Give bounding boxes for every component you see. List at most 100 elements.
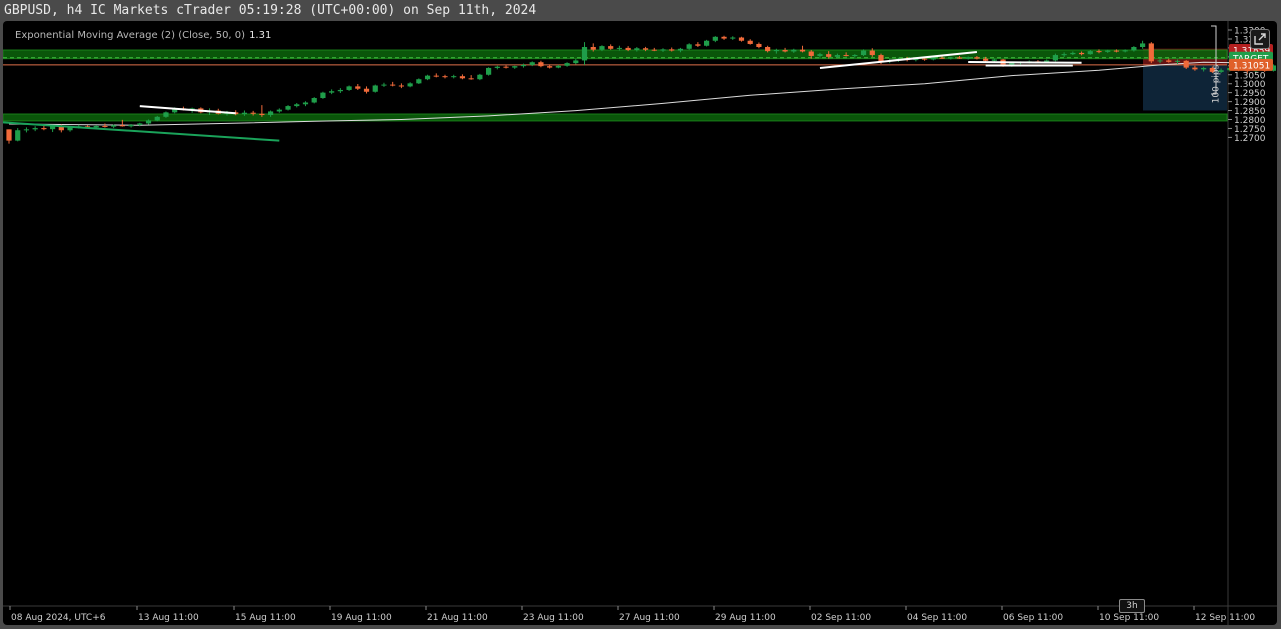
candle-body bbox=[1157, 60, 1163, 62]
candle-body bbox=[555, 65, 561, 68]
candle-body bbox=[1122, 50, 1128, 52]
candle-body bbox=[983, 58, 989, 61]
candle-body bbox=[250, 112, 256, 114]
candle-body bbox=[1096, 51, 1102, 53]
candle-body bbox=[268, 111, 274, 116]
indicator-name: Exponential Moving Average (2) (Close, 5… bbox=[15, 30, 246, 41]
candle-body bbox=[852, 55, 858, 57]
candle-body bbox=[1113, 50, 1120, 52]
candle-body bbox=[712, 36, 718, 41]
candle-body bbox=[381, 84, 387, 86]
x-tick-label: 15 Aug 11:00 bbox=[235, 613, 296, 623]
candle-body bbox=[329, 91, 335, 93]
x-tick-label: 02 Sep 11:00 bbox=[811, 613, 871, 623]
sr-zone-2 bbox=[3, 113, 1228, 122]
candle-body bbox=[346, 86, 352, 90]
candle-body bbox=[407, 83, 413, 87]
candle-body bbox=[642, 48, 649, 50]
candle-body bbox=[93, 125, 99, 128]
candle-body bbox=[1070, 52, 1076, 55]
candle-body bbox=[1192, 67, 1198, 70]
trendline-4 bbox=[968, 61, 1082, 64]
candle-body bbox=[1052, 55, 1058, 61]
candle-body bbox=[163, 112, 169, 117]
candle-body bbox=[826, 54, 832, 57]
candle-body bbox=[459, 76, 466, 79]
candle-body bbox=[503, 66, 509, 68]
candle-body bbox=[477, 74, 483, 80]
candle-body bbox=[625, 47, 631, 51]
candle-body bbox=[782, 50, 788, 52]
candle-body bbox=[1174, 60, 1181, 62]
candle-body bbox=[433, 75, 439, 77]
candle-body bbox=[15, 130, 21, 141]
candle-body bbox=[1061, 54, 1067, 56]
price-chart[interactable]: 1.33001.32501.32001.31501.31001.30501.30… bbox=[3, 21, 1277, 625]
candle-body bbox=[808, 51, 814, 56]
candle-body bbox=[573, 60, 579, 64]
candle-body bbox=[372, 85, 378, 92]
candle-body bbox=[302, 102, 309, 105]
candle-body bbox=[285, 106, 291, 110]
candle-body bbox=[547, 66, 553, 68]
x-tick-label: 21 Aug 11:00 bbox=[427, 613, 488, 623]
trendline-2 bbox=[139, 105, 236, 115]
candle-body bbox=[398, 85, 404, 87]
chart-area[interactable]: 1.33001.32501.32001.31501.31001.30501.30… bbox=[3, 21, 1277, 625]
candle-body bbox=[128, 124, 134, 127]
candle-body bbox=[337, 89, 343, 92]
candle-body bbox=[773, 50, 779, 52]
candle-body bbox=[538, 62, 544, 67]
expand-button[interactable] bbox=[1250, 29, 1270, 49]
candle-body bbox=[320, 92, 326, 99]
candle-body bbox=[799, 49, 806, 52]
candle-body bbox=[677, 48, 684, 51]
candle-body bbox=[137, 123, 143, 125]
current-price-label-text: 1.31051 bbox=[1233, 61, 1270, 71]
candle-body bbox=[1148, 43, 1154, 62]
candle-body bbox=[32, 128, 38, 130]
candle-body bbox=[791, 49, 797, 52]
x-tick-label: 27 Aug 11:00 bbox=[619, 613, 680, 623]
candle-body bbox=[939, 57, 945, 59]
candle-body bbox=[311, 98, 317, 103]
candle-body bbox=[416, 79, 422, 84]
x-tick-label: 29 Aug 11:00 bbox=[715, 613, 776, 623]
candle-body bbox=[1183, 60, 1189, 68]
x-tick-label: 23 Aug 11:00 bbox=[523, 613, 584, 623]
candle-body bbox=[730, 37, 736, 39]
candle-body bbox=[276, 109, 282, 112]
candle-body bbox=[765, 47, 771, 52]
candle-body bbox=[259, 113, 265, 116]
candle-body bbox=[1078, 52, 1085, 55]
expand-icon bbox=[1254, 33, 1266, 45]
candle-body bbox=[660, 49, 666, 51]
candle-body bbox=[119, 125, 125, 127]
x-tick-label: 10 Sep 11:00 bbox=[1099, 613, 1159, 623]
candle-body bbox=[651, 49, 657, 51]
candle-body bbox=[608, 46, 614, 49]
candle-body bbox=[599, 46, 605, 50]
candle-body bbox=[41, 128, 47, 130]
candle-body bbox=[747, 40, 753, 44]
candle-body bbox=[878, 55, 884, 62]
candle-body bbox=[695, 44, 701, 46]
candle-body bbox=[860, 50, 867, 56]
candle-body bbox=[451, 76, 457, 78]
candle-body bbox=[738, 37, 745, 41]
timeframe-badge[interactable]: 3h bbox=[1119, 599, 1145, 613]
candle-body bbox=[424, 75, 431, 80]
candle-body bbox=[817, 54, 823, 56]
y-tick-label: 1.2700 bbox=[1234, 134, 1266, 144]
candle-body bbox=[442, 76, 448, 78]
indicator-label[interactable]: Exponential Moving Average (2) (Close, 5… bbox=[15, 30, 271, 41]
x-tick-label: 12 Sep 11:00 bbox=[1195, 613, 1255, 623]
candle-body bbox=[922, 58, 928, 60]
candle-body bbox=[686, 44, 692, 49]
candle-body bbox=[965, 57, 971, 59]
pips-ruler-label: 100 pips bbox=[1211, 64, 1222, 104]
candle-body bbox=[869, 50, 875, 56]
candle-body bbox=[581, 47, 588, 61]
indicator-value: 1.31 bbox=[249, 30, 272, 41]
candle-body bbox=[616, 47, 622, 49]
